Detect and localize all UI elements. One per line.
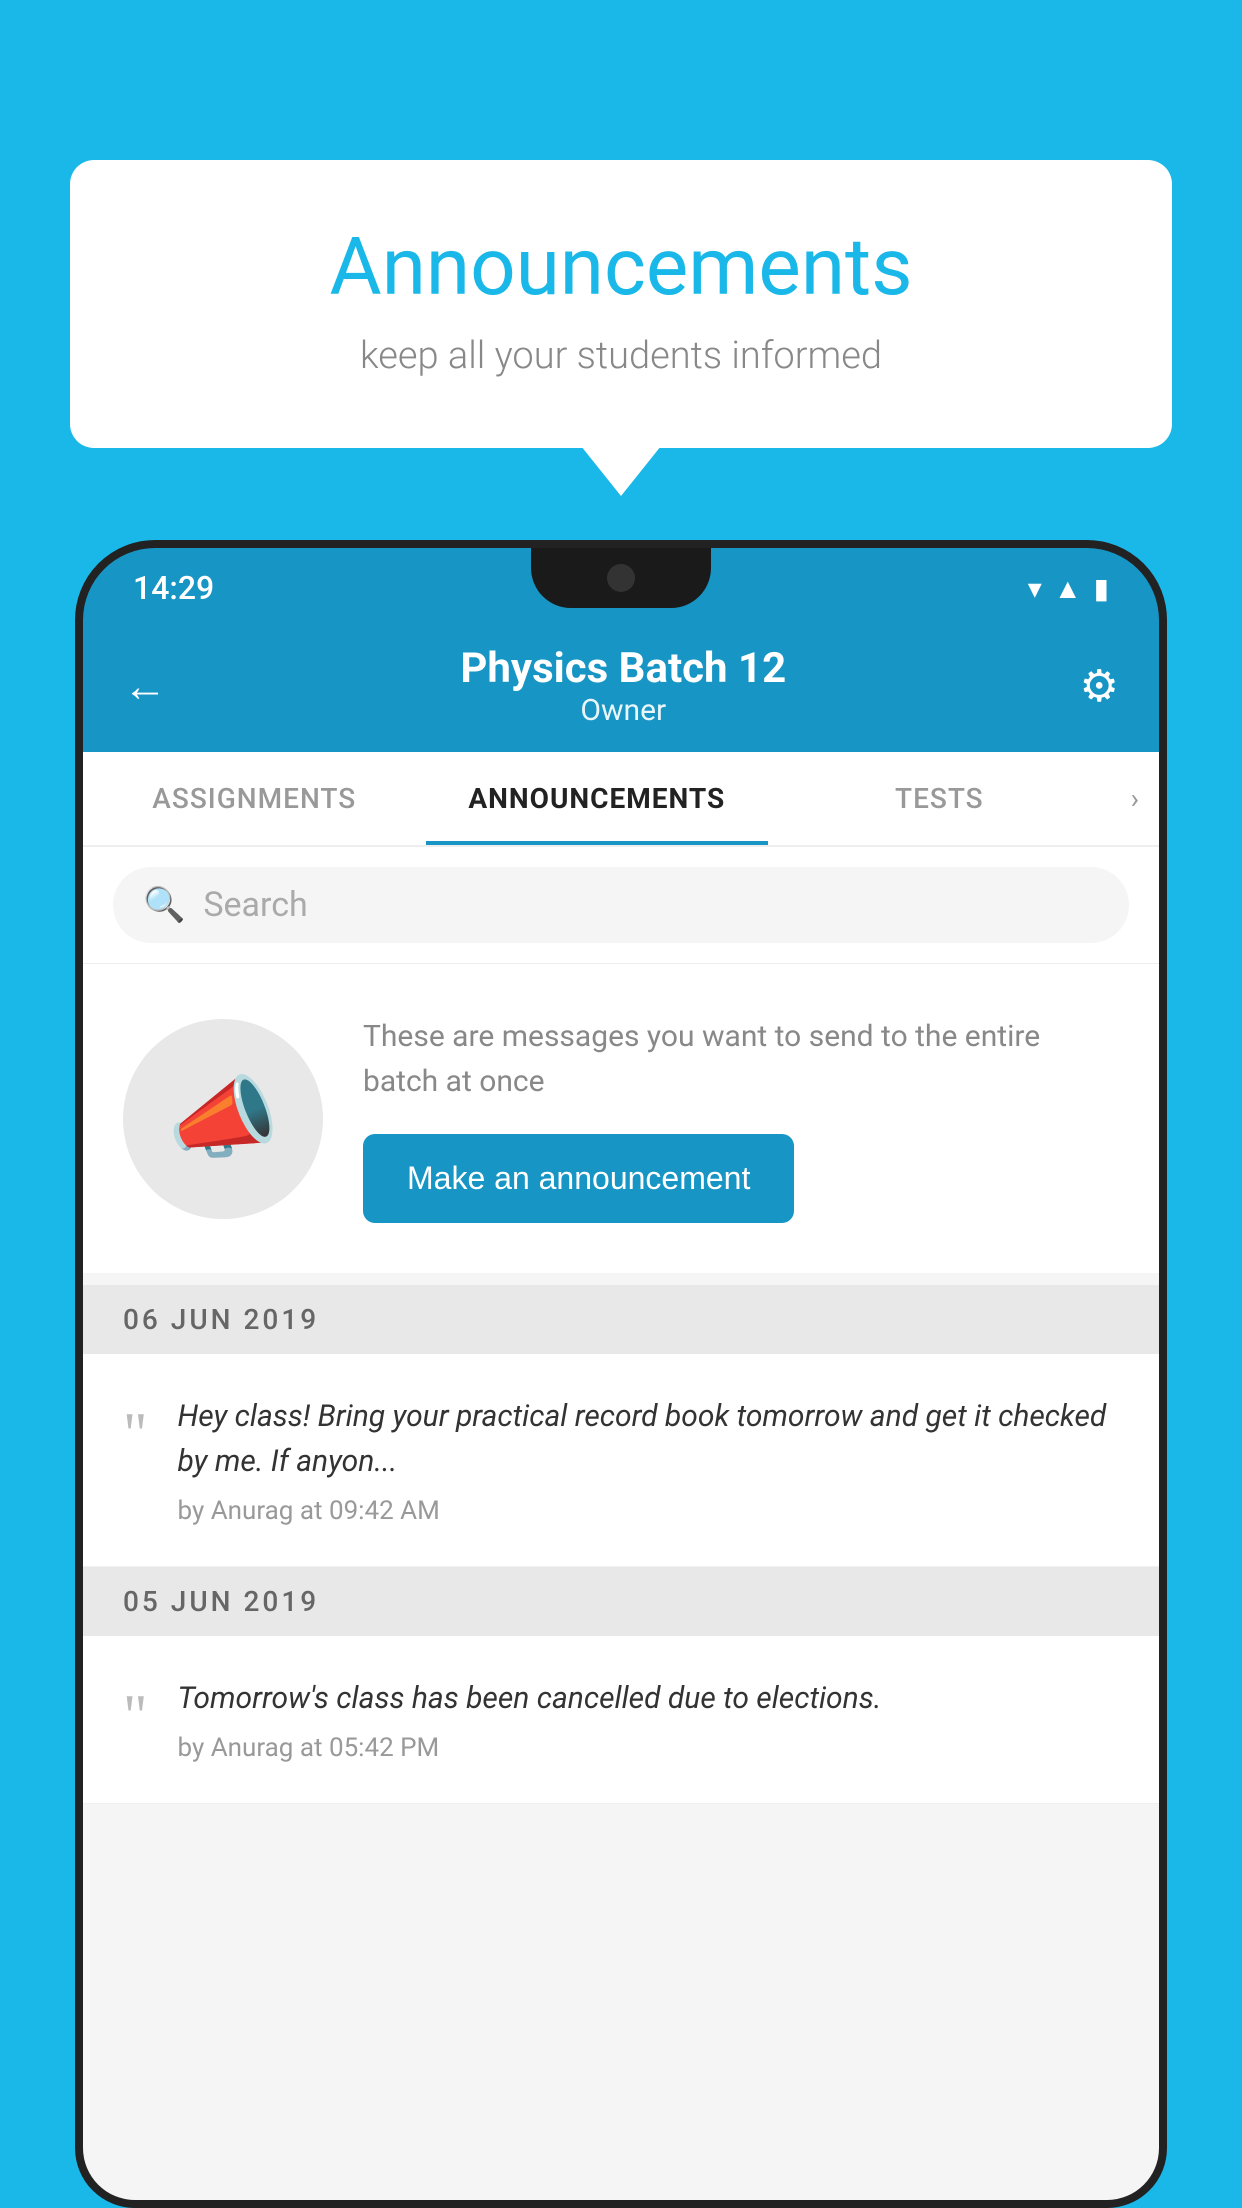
bubble-subtitle: keep all your students informed <box>150 334 1092 378</box>
announcement-text-2: Tomorrow's class has been cancelled due … <box>178 1676 1120 1721</box>
tab-assignments[interactable]: ASSIGNMENTS <box>83 752 426 845</box>
volume-up-button <box>75 898 79 978</box>
make-announcement-button[interactable]: Make an announcement <box>363 1134 794 1223</box>
app-header: ← Physics Batch 12 Owner ⚙ <box>83 620 1159 752</box>
date-separator-2: 05 JUN 2019 <box>83 1567 1159 1636</box>
tab-announcements[interactable]: ANNOUNCEMENTS <box>426 752 769 845</box>
speech-bubble: Announcements keep all your students inf… <box>70 160 1172 448</box>
wifi-icon: ▾ <box>1028 572 1042 605</box>
batch-title: Physics Batch 12 <box>460 644 786 693</box>
status-time: 14:29 <box>133 569 214 607</box>
phone-notch <box>531 548 711 608</box>
search-icon: 🔍 <box>143 885 185 925</box>
camera <box>607 564 635 592</box>
prompt-text: These are messages you want to send to t… <box>363 1014 1119 1104</box>
announcement-meta-2: by Anurag at 05:42 PM <box>178 1733 1120 1763</box>
prompt-right: These are messages you want to send to t… <box>363 1014 1119 1223</box>
phone-frame: 14:29 ▾ ▲ ▮ ← Physics Batch 12 Owner ⚙ A… <box>75 540 1167 2208</box>
announcement-text-1: Hey class! Bring your practical record b… <box>178 1394 1120 1484</box>
quote-icon-1: " <box>123 1404 148 1464</box>
user-role: Owner <box>460 693 786 728</box>
speech-bubble-section: Announcements keep all your students inf… <box>70 160 1172 448</box>
announcement-item-1[interactable]: " Hey class! Bring your practical record… <box>83 1354 1159 1567</box>
settings-icon[interactable]: ⚙ <box>1080 660 1119 712</box>
announcement-content-2: Tomorrow's class has been cancelled due … <box>178 1676 1120 1763</box>
content-area: 🔍 Search 📣 These are messages you want t… <box>83 847 1159 2208</box>
header-center: Physics Batch 12 Owner <box>460 644 786 728</box>
back-button[interactable]: ← <box>123 660 167 712</box>
quote-icon-2: " <box>123 1686 148 1746</box>
tab-tests[interactable]: TESTS <box>768 752 1111 845</box>
status-icons: ▾ ▲ ▮ <box>1028 572 1109 605</box>
announcement-meta-1: by Anurag at 09:42 AM <box>178 1496 1120 1526</box>
power-button <box>1163 948 1167 1078</box>
search-input[interactable]: Search <box>203 885 307 925</box>
announcement-item-2[interactable]: " Tomorrow's class has been cancelled du… <box>83 1636 1159 1804</box>
search-bar: 🔍 Search <box>83 847 1159 964</box>
date-separator-1: 06 JUN 2019 <box>83 1285 1159 1354</box>
phone-mockup: 14:29 ▾ ▲ ▮ ← Physics Batch 12 Owner ⚙ A… <box>75 540 1167 2208</box>
battery-icon: ▮ <box>1094 572 1109 605</box>
tabs-container: ASSIGNMENTS ANNOUNCEMENTS TESTS › <box>83 752 1159 847</box>
signal-icon: ▲ <box>1054 572 1082 605</box>
announcement-prompt: 📣 These are messages you want to send to… <box>83 964 1159 1285</box>
tab-more[interactable]: › <box>1111 752 1159 845</box>
search-input-container[interactable]: 🔍 Search <box>113 867 1129 943</box>
megaphone-circle: 📣 <box>123 1019 323 1219</box>
bubble-title: Announcements <box>150 220 1092 314</box>
volume-down-button <box>75 1008 79 1088</box>
announcement-content-1: Hey class! Bring your practical record b… <box>178 1394 1120 1526</box>
megaphone-icon: 📣 <box>167 1066 279 1171</box>
